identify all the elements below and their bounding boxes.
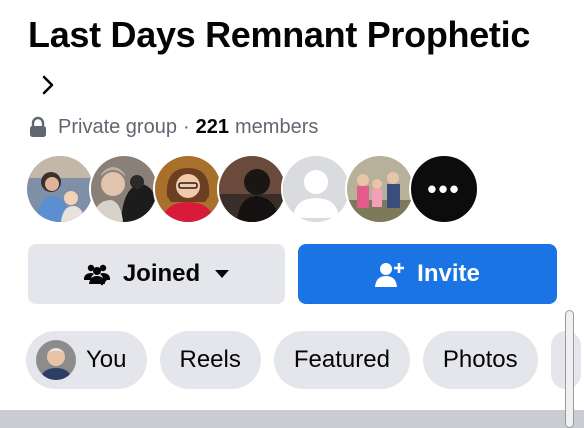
invite-label: Invite — [417, 260, 480, 287]
avatar[interactable] — [89, 154, 159, 224]
joined-label: Joined — [122, 260, 201, 287]
tab-reels[interactable]: Reels — [159, 331, 261, 389]
group-check-icon — [83, 262, 111, 286]
scrollbar[interactable] — [565, 310, 574, 428]
group-title[interactable]: Last Days Remnant Prophetic — [28, 12, 548, 106]
person-add-icon — [375, 261, 405, 287]
members-label[interactable]: members — [235, 116, 318, 139]
lock-icon — [28, 116, 58, 138]
group-meta: Private group · 221 members — [28, 113, 318, 141]
joined-button[interactable]: Joined — [28, 244, 285, 304]
tab-you-label: You — [86, 346, 127, 373]
tab-photos[interactable]: Photos — [422, 331, 538, 389]
avatar[interactable] — [217, 154, 287, 224]
tab-featured[interactable]: Featured — [273, 331, 410, 389]
avatar — [36, 340, 76, 380]
section-divider — [0, 410, 584, 428]
group-tabs[interactable]: You Reels Featured Photos — [26, 331, 581, 389]
member-count[interactable]: 221 — [196, 116, 229, 139]
tab-you[interactable]: You — [26, 331, 147, 389]
member-avatars[interactable]: ••• — [25, 154, 479, 224]
avatar[interactable] — [25, 154, 95, 224]
avatar[interactable] — [281, 154, 351, 224]
caret-down-icon — [214, 269, 230, 279]
invite-button[interactable]: Invite — [298, 244, 557, 304]
avatar[interactable] — [345, 154, 415, 224]
group-name[interactable]: Last Days Remnant Prophetic — [28, 14, 530, 55]
more-members-avatar[interactable]: ••• — [409, 154, 479, 224]
chevron-right-icon[interactable] — [42, 60, 54, 106]
avatar[interactable] — [153, 154, 223, 224]
privacy-label: Private group — [58, 115, 177, 138]
